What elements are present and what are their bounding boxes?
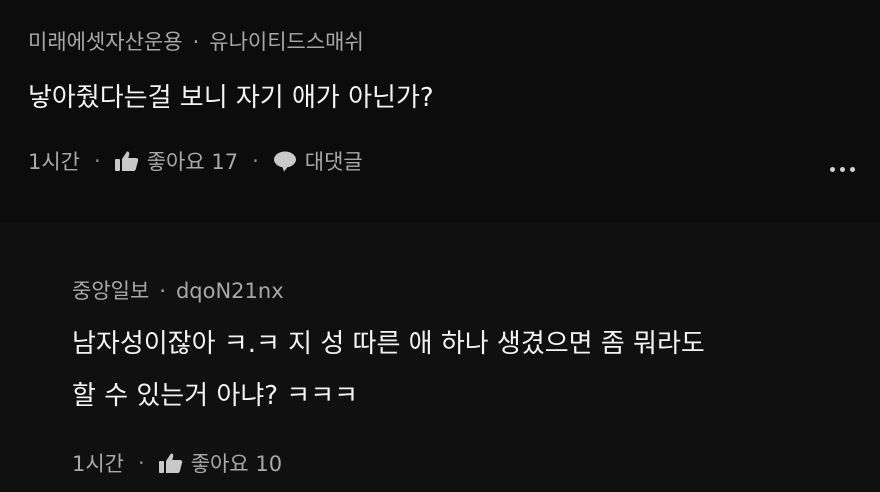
comment-actions: 1시간 · 좋아요 10 xyxy=(72,448,282,478)
more-horizontal-icon[interactable] xyxy=(830,167,855,172)
comment-source[interactable]: 미래에셋자산운용 xyxy=(28,30,183,54)
comment: 미래에셋자산운용 · 유나이티드스매쉬 낳아줬다는걸 보니 자기 애가 아닌가? 1… xyxy=(0,0,880,222)
more-dot xyxy=(830,167,835,172)
comment-text-line-2: 할 수 있는거 아냐? ㅋㅋㅋ xyxy=(72,381,359,411)
comment-actions: 1시간 · 좋아요 17 · 대댓글 xyxy=(28,146,363,176)
more-dot xyxy=(840,167,845,172)
meta-separator: · xyxy=(159,279,166,303)
comment-author[interactable]: 유나이티드스매쉬 xyxy=(209,30,364,54)
meta-separator: · xyxy=(192,30,200,54)
speech-bubble-icon[interactable] xyxy=(273,150,297,172)
thumbs-up-icon[interactable] xyxy=(114,150,139,172)
comment-header: 미래에셋자산운용 · 유나이티드스매쉬 xyxy=(28,26,364,56)
comment-text: 낳아줬다는걸 보니 자기 애가 아닌가? xyxy=(28,83,434,113)
comment-time: 1시간 xyxy=(28,150,81,174)
comment-header: 중앙일보 · dqoN21nx xyxy=(72,275,284,305)
action-separator: · xyxy=(94,149,101,173)
comment-author[interactable]: dqoN21nx xyxy=(176,279,284,303)
comment-text-line-1: 남자성이잖아 ㅋ.ㅋ 지 성 따른 애 하나 생겼으면 좀 뭐라도 xyxy=(72,329,705,359)
action-separator: · xyxy=(138,451,145,475)
like-count-label[interactable]: 좋아요 17 xyxy=(147,146,238,176)
reply-comment: 중앙일보 · dqoN21nx 남자성이잖아 ㅋ.ㅋ 지 성 따른 애 하나 생겼으… xyxy=(0,222,880,492)
comment-time: 1시간 xyxy=(72,452,125,476)
thumbs-up-icon[interactable] xyxy=(158,452,183,474)
reply-button-label[interactable]: 대댓글 xyxy=(305,146,363,176)
action-separator: · xyxy=(252,149,259,173)
more-dot xyxy=(850,167,855,172)
like-count-label[interactable]: 좋아요 10 xyxy=(191,448,282,478)
comment-source[interactable]: 중앙일보 xyxy=(72,279,149,303)
